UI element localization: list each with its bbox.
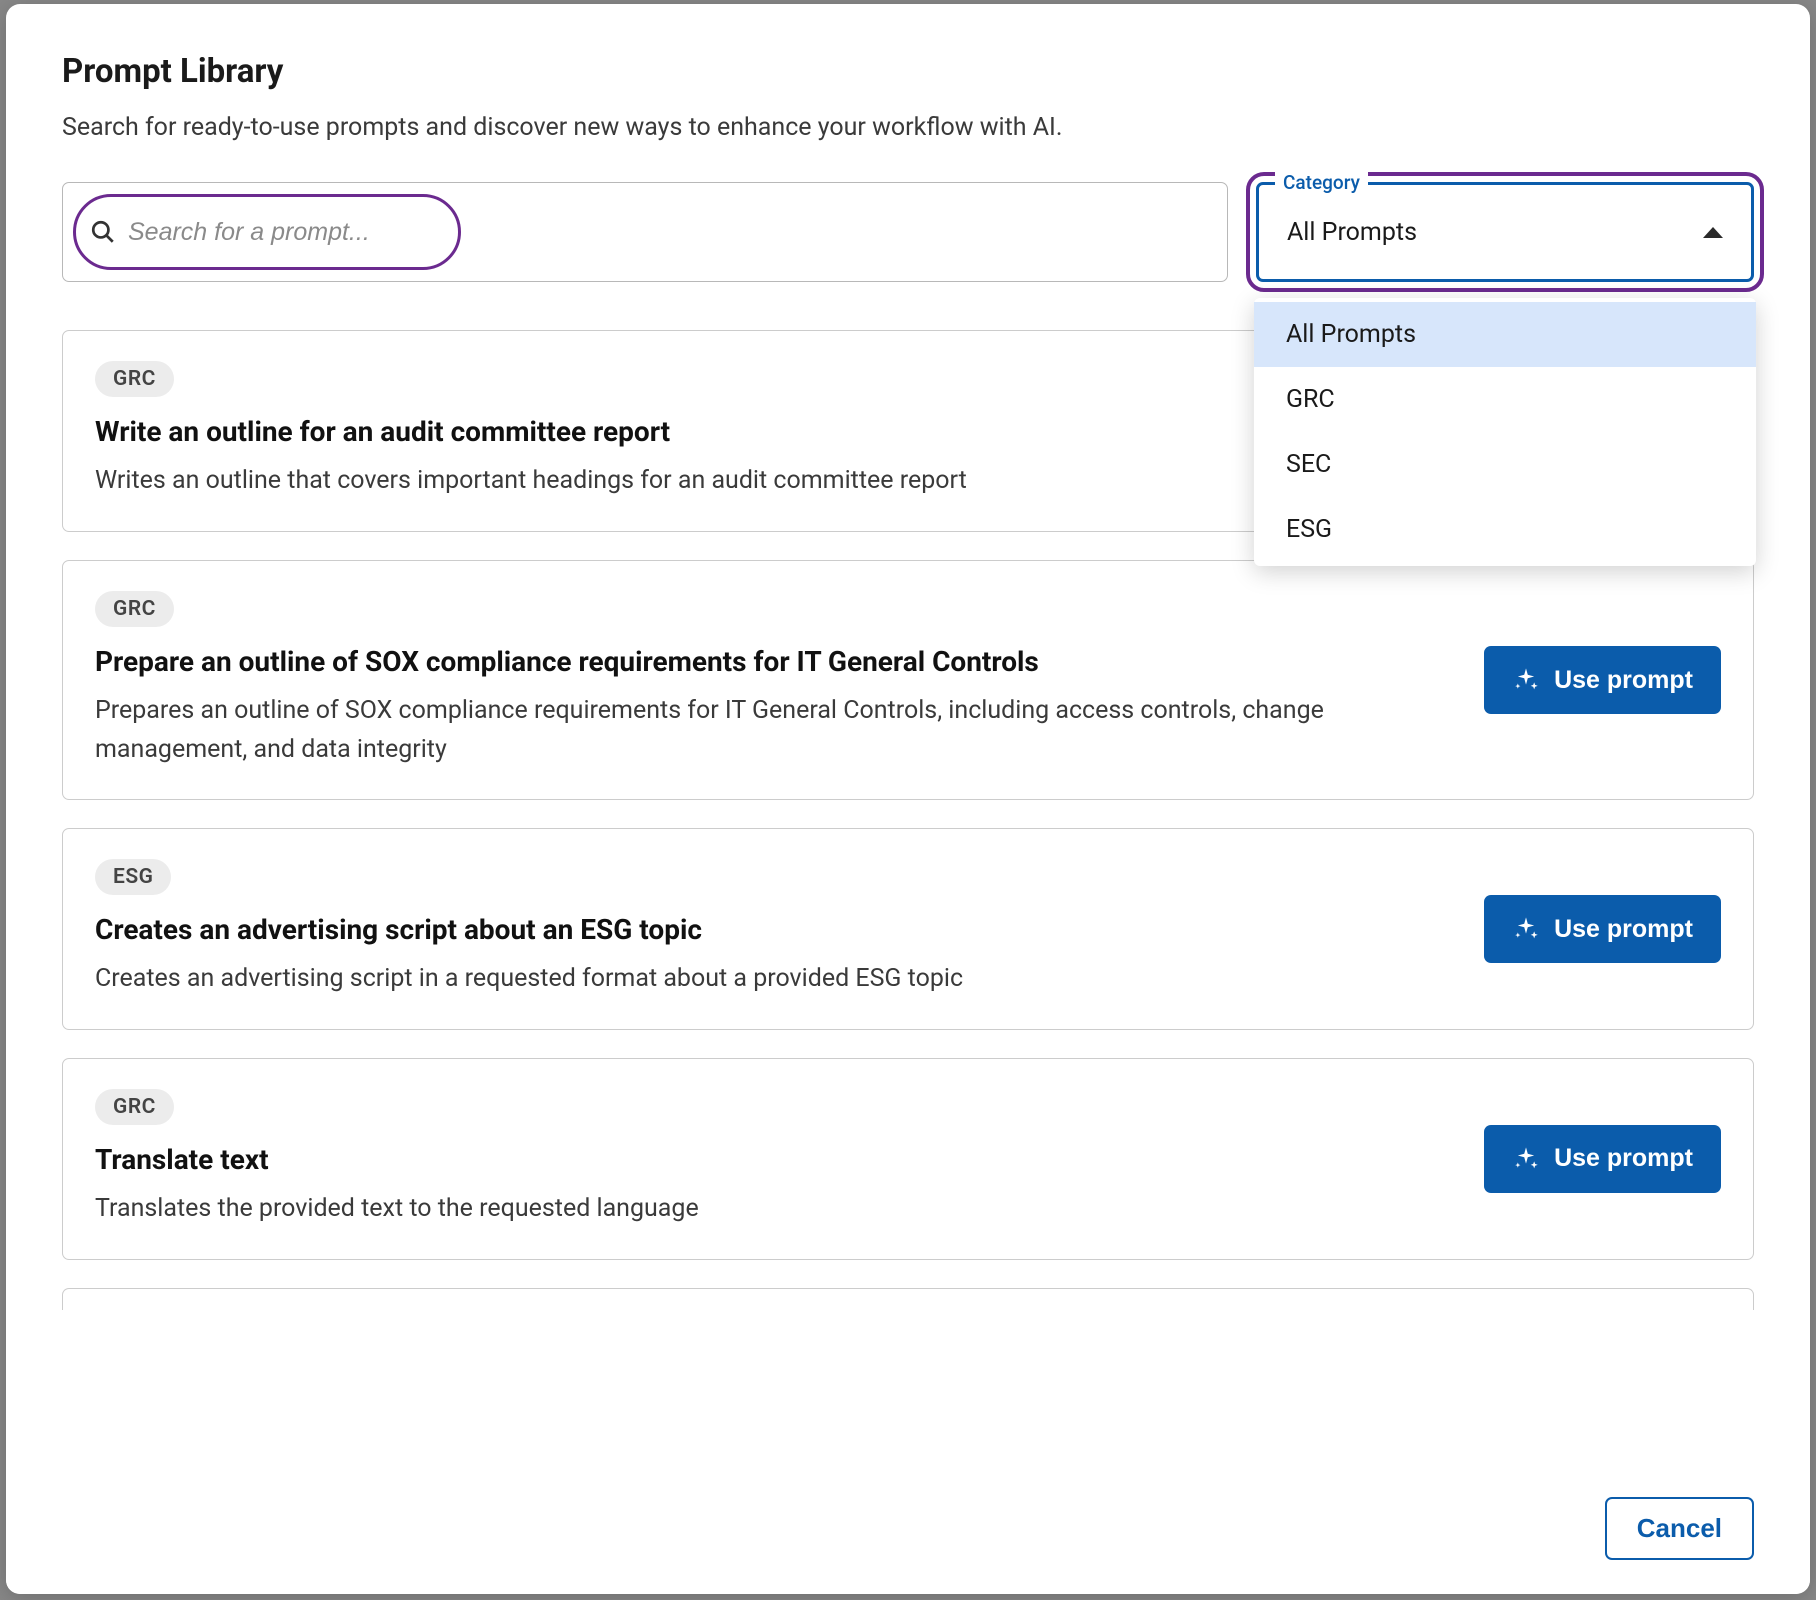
page-title: Prompt Library [62, 52, 1754, 91]
cancel-button[interactable]: Cancel [1605, 1497, 1754, 1560]
search-field-wrapper[interactable] [62, 182, 1228, 282]
category-tag: GRC [95, 1089, 174, 1125]
prompt-description: Translates the provided text to the requ… [95, 1190, 1460, 1229]
category-option-esg[interactable]: ESG [1254, 497, 1756, 562]
prompt-card-partial [62, 1288, 1754, 1310]
category-tag: GRC [95, 361, 174, 397]
category-tag: ESG [95, 859, 171, 895]
toolbar: Category All Prompts All Prompts GRC SEC… [62, 182, 1754, 282]
use-prompt-button[interactable]: Use prompt [1484, 646, 1721, 714]
category-option-sec[interactable]: SEC [1254, 432, 1756, 497]
prompt-card-content: GRC Translate text Translates the provid… [95, 1089, 1460, 1229]
use-prompt-button[interactable]: Use prompt [1484, 1125, 1721, 1193]
prompt-library-modal: Prompt Library Search for ready-to-use p… [6, 4, 1810, 1594]
modal-footer: Cancel [6, 1479, 1810, 1594]
sparkle-icon [1512, 1145, 1540, 1173]
prompt-card[interactable]: ESG Creates an advertising script about … [62, 828, 1754, 1030]
category-tag: GRC [95, 591, 174, 627]
search-highlight [73, 194, 461, 270]
sparkle-icon [1512, 666, 1540, 694]
use-prompt-label: Use prompt [1554, 1144, 1693, 1173]
prompt-card[interactable]: GRC Prepare an outline of SOX compliance… [62, 560, 1754, 801]
search-input[interactable] [128, 218, 454, 247]
page-subtitle: Search for ready-to-use prompts and disc… [62, 113, 1754, 142]
prompt-description: Creates an advertising script in a reque… [95, 960, 1460, 999]
prompt-card-content: ESG Creates an advertising script about … [95, 859, 1460, 999]
category-option-grc[interactable]: GRC [1254, 367, 1756, 432]
prompt-card-content: GRC Prepare an outline of SOX compliance… [95, 591, 1460, 770]
sparkle-icon [1512, 915, 1540, 943]
chevron-up-icon [1703, 227, 1723, 238]
category-selected-value: All Prompts [1287, 218, 1703, 247]
prompt-title: Translate text [95, 1143, 1460, 1176]
prompt-description: Prepares an outline of SOX compliance re… [95, 692, 1460, 770]
use-prompt-label: Use prompt [1554, 666, 1693, 695]
category-select[interactable]: Category All Prompts [1256, 182, 1754, 282]
search-icon [90, 219, 116, 245]
category-select-wrapper: Category All Prompts All Prompts GRC SEC… [1256, 182, 1754, 282]
modal-body[interactable]: Prompt Library Search for ready-to-use p… [6, 4, 1810, 1479]
prompt-title: Creates an advertising script about an E… [95, 913, 1460, 946]
prompt-card[interactable]: GRC Translate text Translates the provid… [62, 1058, 1754, 1260]
use-prompt-label: Use prompt [1554, 915, 1693, 944]
category-option-all[interactable]: All Prompts [1254, 302, 1756, 367]
prompt-title: Prepare an outline of SOX compliance req… [95, 645, 1460, 678]
category-dropdown: All Prompts GRC SEC ESG [1254, 298, 1756, 566]
category-label: Category [1275, 171, 1368, 194]
use-prompt-button[interactable]: Use prompt [1484, 895, 1721, 963]
